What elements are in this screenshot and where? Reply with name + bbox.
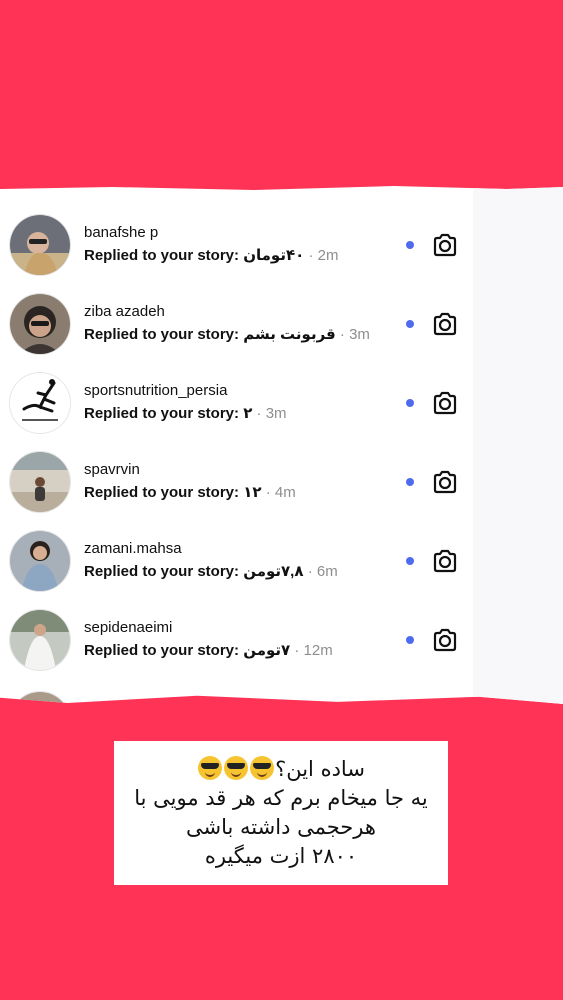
reply-message: Replied to your story: ۱۲ · 4m (84, 484, 296, 501)
panel-edge (473, 186, 563, 704)
timestamp: · 3m (256, 405, 287, 422)
camera-icon[interactable] (431, 389, 459, 417)
camera-icon[interactable] (431, 547, 459, 575)
camera-icon[interactable] (431, 468, 459, 496)
unread-dot (406, 478, 414, 486)
unread-dot (406, 636, 414, 644)
notification-row[interactable]: sportsnutrition_persia Replied to your s… (0, 344, 480, 434)
reply-message: Replied to your story: ۷,۸تومن · 6m (84, 563, 338, 580)
caption-box: ساده این؟ یه جا میخام برم که هر قد مویی … (114, 741, 448, 885)
story-replies-panel: banafshe p Replied to your story: ۴۰توما… (0, 186, 563, 704)
notification-row[interactable]: spavrvin Replied to your story: ۱۲ · 4m (0, 423, 480, 513)
username[interactable]: banafshe p (84, 224, 158, 241)
username[interactable]: ziba azadeh (84, 303, 165, 320)
timestamp: · 4m (265, 484, 296, 501)
unread-dot (406, 399, 414, 407)
timestamp: · 3m (339, 326, 370, 343)
unread-dot (406, 557, 414, 565)
unread-dot (406, 320, 414, 328)
sunglasses-emoji-icon (198, 756, 223, 780)
avatar-partial (9, 691, 71, 704)
reply-message: Replied to your story: ۷تومن · 12m (84, 642, 333, 659)
username[interactable]: zamani.mahsa (84, 540, 182, 557)
caption-line-3: هرحجمی داشته باشی (186, 815, 376, 839)
sunglasses-emoji-icon (250, 756, 275, 780)
caption-line-1: ساده این؟ (114, 755, 448, 784)
timestamp: · 6m (307, 563, 338, 580)
username[interactable]: sepidenaeimi (84, 619, 172, 636)
unread-dot (406, 241, 414, 249)
timestamp: · 12m (294, 642, 333, 659)
caption-line-4: ۲۸۰۰ ازت میگیره (204, 844, 358, 868)
camera-icon[interactable] (431, 231, 459, 259)
reply-message: Replied to your story: قربونت بشم · 3m (84, 326, 370, 343)
camera-icon[interactable] (431, 626, 459, 654)
notification-row[interactable]: sepidenaeimi Replied to your story: ۷توم… (0, 581, 480, 671)
notification-row[interactable]: banafshe p Replied to your story: ۴۰توما… (0, 186, 480, 276)
reply-message: Replied to your story: ۲ · 3m (84, 405, 287, 422)
notification-row[interactable]: ziba azadeh Replied to your story: قربون… (0, 265, 480, 355)
username[interactable]: spavrvin (84, 461, 140, 478)
sunglasses-emoji-icon (224, 756, 249, 780)
caption-line-2: یه جا میخام برم که هر قد مویی با (134, 786, 428, 810)
camera-icon[interactable] (431, 310, 459, 338)
avatar[interactable] (9, 609, 71, 671)
notification-row[interactable]: zamani.mahsa Replied to your story: ۷,۸ت… (0, 502, 480, 592)
timestamp: · 2m (308, 247, 339, 264)
reply-message: Replied to your story: ۴۰تومان · 2m (84, 247, 339, 264)
username[interactable]: sportsnutrition_persia (84, 382, 227, 399)
